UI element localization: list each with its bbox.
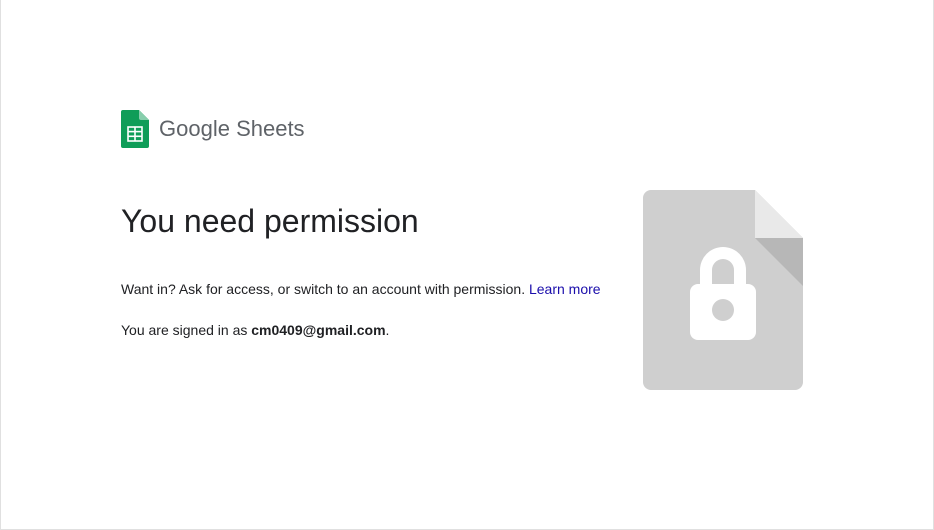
google-sheets-icon [121, 110, 149, 148]
learn-more-link[interactable]: Learn more [529, 281, 601, 297]
signed-in-suffix: . [386, 322, 390, 338]
page-heading: You need permission [121, 203, 601, 240]
app-name-light: Sheets [230, 116, 305, 141]
app-name: Google Sheets [159, 116, 305, 142]
signed-in-line: You are signed in as cm0409@gmail.com. [121, 322, 601, 338]
app-logo-row: Google Sheets [121, 110, 601, 148]
locked-document-icon [643, 190, 803, 390]
signed-in-email: cm0409@gmail.com [251, 322, 385, 338]
permission-description: Want in? Ask for access, or switch to an… [121, 278, 601, 300]
signed-in-prefix: You are signed in as [121, 322, 251, 338]
ask-text: Want in? Ask for access, or switch to an… [121, 281, 529, 297]
app-name-bold: Google [159, 116, 230, 141]
